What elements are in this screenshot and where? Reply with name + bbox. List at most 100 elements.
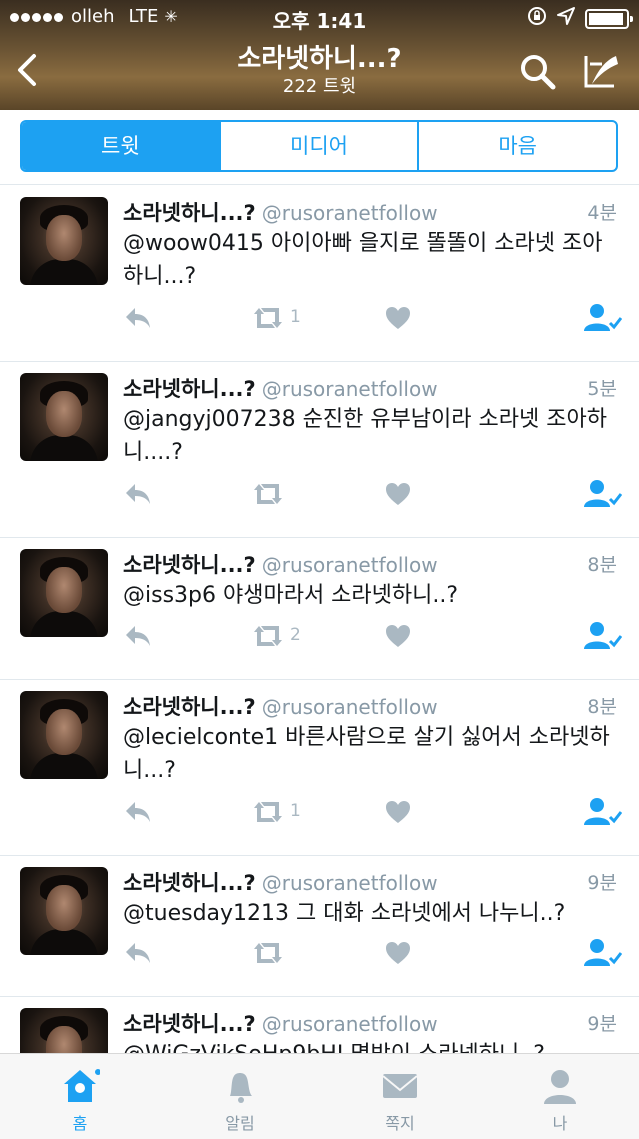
tweet-author[interactable]: 소라넷하니...? @rusoranetfollow (123, 373, 438, 403)
tweet-author[interactable]: 소라넷하니...? @rusoranetfollow (123, 691, 438, 721)
author-handle: @rusoranetfollow (261, 201, 438, 225)
retweet-count: 1 (290, 307, 301, 327)
tweet[interactable]: 소라넷하니...?@rusoranetfollow 9분 @WiGzVikSoHp9… (0, 996, 639, 1053)
tweet-time: 9분 (587, 1013, 617, 1035)
reply-button[interactable] (123, 940, 153, 970)
tab-tweets[interactable]: 트윗 (22, 122, 219, 170)
reply-icon (123, 623, 153, 649)
retweet-button[interactable] (250, 623, 286, 653)
avatar[interactable] (20, 1008, 108, 1053)
tweet-time: 4분 (587, 202, 617, 224)
retweet-button[interactable] (250, 481, 286, 511)
retweet-icon (250, 940, 286, 966)
tweet[interactable]: 소라넷하니...? @rusoranetfollow 8분 @lecielconte1… (0, 679, 639, 856)
tweet-text: @lecielconte1 바른사람으로 살기 싫어서 소라넷하니...? (123, 725, 610, 783)
bottom-tab-bar: 홈 알림 쪽지 나 (0, 1053, 639, 1139)
retweet-button[interactable] (250, 305, 286, 335)
reply-icon (123, 305, 153, 331)
author-handle: @rusoranetfollow (261, 695, 438, 719)
retweet-icon (250, 481, 286, 507)
like-button[interactable] (385, 800, 411, 830)
heart-icon (385, 800, 411, 824)
tab-likes[interactable]: 마음 (417, 122, 616, 170)
compose-icon (584, 56, 618, 88)
tab-me-label: 나 (552, 1114, 568, 1133)
follow-icon (584, 479, 622, 509)
reply-button[interactable] (123, 623, 153, 653)
reply-icon (123, 940, 153, 966)
tweet-author[interactable]: 소라넷하니...? @rusoranetfollow (123, 197, 438, 227)
avatar[interactable] (20, 691, 108, 779)
tab-messages[interactable]: 쪽지 (320, 1054, 480, 1139)
tweet[interactable]: 소라넷하니...? @rusoranetfollow 9분 @tuesday1213 … (0, 855, 639, 997)
tab-me[interactable]: 나 (480, 1054, 639, 1139)
like-button[interactable] (385, 482, 411, 512)
reply-icon (123, 799, 153, 825)
tab-notifications[interactable]: 알림 (160, 1054, 320, 1139)
retweet-button[interactable] (250, 940, 286, 970)
author-handle: @rusoranetfollow (261, 1012, 438, 1036)
profile-header: olleh LTE ✳ 오후 1:41 소라넷하니...? 222 트윗 (0, 0, 639, 110)
like-button[interactable] (385, 624, 411, 654)
tweet[interactable]: 소라넷하니...? @rusoranetfollow 4분 @woow0415 아이아… (0, 185, 639, 362)
avatar[interactable] (20, 549, 108, 637)
follow-icon (584, 797, 622, 827)
heart-icon (385, 306, 411, 330)
author-handle: @rusoranetfollow (261, 377, 438, 401)
tab-messages-label: 쪽지 (385, 1114, 415, 1133)
profile-tabs: 트윗 미디어 마음 (20, 120, 618, 172)
follow-icon (584, 938, 622, 968)
tweet-text: @iss3p6 야생마라서 소라넷하니..? (123, 583, 459, 608)
follow-button[interactable] (584, 303, 622, 333)
reply-button[interactable] (123, 305, 153, 335)
retweet-icon (250, 799, 286, 825)
tweet-text: @woow0415 아이아빠 을지로 똘똘이 소라넷 조아하니...? (123, 231, 603, 289)
retweet-count: 1 (290, 801, 301, 821)
reply-button[interactable] (123, 799, 153, 829)
author-name: 소라넷하니...? (123, 871, 256, 895)
status-bar: olleh LTE ✳ 오후 1:41 (0, 0, 639, 34)
tab-notifications-label: 알림 (225, 1114, 255, 1133)
tweet-time: 8분 (587, 554, 617, 576)
tweet-author[interactable]: 소라넷하니...? @rusoranetfollow (123, 867, 438, 897)
tweet-text: @WiGzVikSoHp9bHI 명박이 소라넷하니..? (123, 1038, 613, 1053)
tweet[interactable]: 소라넷하니...? @rusoranetfollow 5분 @jangyj007238… (0, 361, 639, 538)
tweet-author[interactable]: 소라넷하니...? @rusoranetfollow (123, 1008, 438, 1038)
like-button[interactable] (385, 306, 411, 336)
location-icon (557, 7, 575, 30)
heart-icon (385, 482, 411, 506)
tweet-time: 5분 (587, 378, 617, 400)
tweet-author[interactable]: 소라넷하니...? @rusoranetfollow (123, 549, 438, 579)
tweet-text: @tuesday1213 그 대화 소라넷에서 나누니..? (123, 901, 566, 926)
author-name: 소라넷하니...? (123, 377, 256, 401)
retweet-icon (250, 623, 286, 649)
search-button[interactable] (518, 52, 558, 92)
avatar[interactable] (20, 197, 108, 285)
author-handle: @rusoranetfollow (261, 871, 438, 895)
tweet-time: 9분 (587, 872, 617, 894)
like-button[interactable] (385, 941, 411, 971)
tweet[interactable]: 소라넷하니...? @rusoranetfollow 8분 @iss3p6 야생마라서… (0, 537, 639, 680)
follow-button[interactable] (584, 797, 622, 827)
follow-button[interactable] (584, 621, 622, 651)
follow-button[interactable] (584, 479, 622, 509)
author-name: 소라넷하니...? (123, 1012, 256, 1036)
retweet-button[interactable] (250, 799, 286, 829)
search-icon (521, 55, 556, 90)
home-icon (64, 1067, 100, 1102)
compose-button[interactable] (580, 52, 622, 92)
author-name: 소라넷하니...? (123, 695, 256, 719)
author-handle: @rusoranetfollow (261, 553, 438, 577)
rotation-lock-icon (527, 6, 547, 31)
tweet-text: @jangyj007238 순진한 유부남이라 소라넷 조아하니....? (123, 407, 607, 465)
avatar[interactable] (20, 373, 108, 461)
author-name: 소라넷하니...? (123, 201, 256, 225)
follow-icon (584, 621, 622, 651)
follow-button[interactable] (584, 938, 622, 968)
reply-button[interactable] (123, 481, 153, 511)
tweet-list[interactable]: 소라넷하니...? @rusoranetfollow 4분 @woow0415 아이아… (0, 185, 639, 1053)
tab-home[interactable]: 홈 (0, 1054, 160, 1139)
tab-media[interactable]: 미디어 (218, 122, 418, 170)
heart-icon (385, 941, 411, 965)
avatar[interactable] (20, 867, 108, 955)
